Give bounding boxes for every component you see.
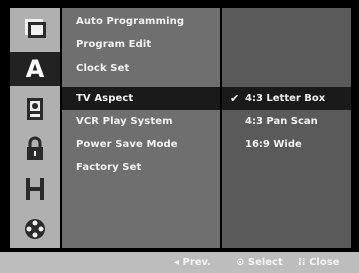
option-16-9-wide[interactable]: 16:9 Wide (222, 133, 351, 156)
settings-menu: Auto Programming Program Edit Clock Set … (62, 8, 220, 248)
tv-aspect-options: ✔ 4:3 Letter Box 4:3 Pan Scan 16:9 Wide (222, 8, 351, 248)
language-icon: A (25, 55, 45, 83)
menu-item-power-save-mode[interactable]: Power Save Mode (62, 133, 220, 156)
category-disc[interactable] (10, 12, 60, 46)
menu-item-tv-aspect[interactable]: TV Aspect (62, 87, 220, 110)
prev-hint[interactable]: ◂ Prev. (174, 252, 211, 273)
option-label: 4:3 Letter Box (245, 93, 326, 104)
disc-icon (25, 19, 46, 38)
category-media[interactable] (10, 92, 60, 126)
category-recording[interactable] (10, 172, 60, 206)
recording-icon (26, 178, 44, 200)
menu-item-auto-programming[interactable]: Auto Programming (62, 10, 220, 33)
menu-item-factory-set[interactable]: Factory Set (62, 156, 220, 179)
category-film[interactable] (10, 212, 60, 246)
menu-item-program-edit[interactable]: Program Edit (62, 33, 220, 56)
check-icon: ✔ (230, 92, 240, 105)
category-language[interactable]: A (10, 52, 60, 86)
menu-item-vcr-play-system[interactable]: VCR Play System (62, 110, 220, 133)
media-card-icon (27, 98, 43, 120)
category-lock[interactable] (10, 132, 60, 166)
select-hint[interactable]: ⊙ Select (236, 252, 283, 273)
option-label: 4:3 Pan Scan (245, 116, 318, 127)
category-icon-column: A (10, 8, 60, 248)
option-4-3-letter-box[interactable]: ✔ 4:3 Letter Box (222, 87, 351, 110)
option-4-3-pan-scan[interactable]: 4:3 Pan Scan (222, 110, 351, 133)
menu-item-clock-set[interactable]: Clock Set (62, 57, 220, 80)
button-hint-bar: ◂ Prev. ⊙ Select ⁞⁞ Close (0, 252, 359, 273)
lock-icon (27, 136, 43, 160)
film-reel-icon (25, 219, 45, 239)
option-label: 16:9 Wide (245, 139, 302, 150)
setup-screen: A Auto Programming Program Edit Clock Se… (0, 0, 359, 273)
close-hint[interactable]: ⁞⁞ Close (298, 252, 339, 273)
